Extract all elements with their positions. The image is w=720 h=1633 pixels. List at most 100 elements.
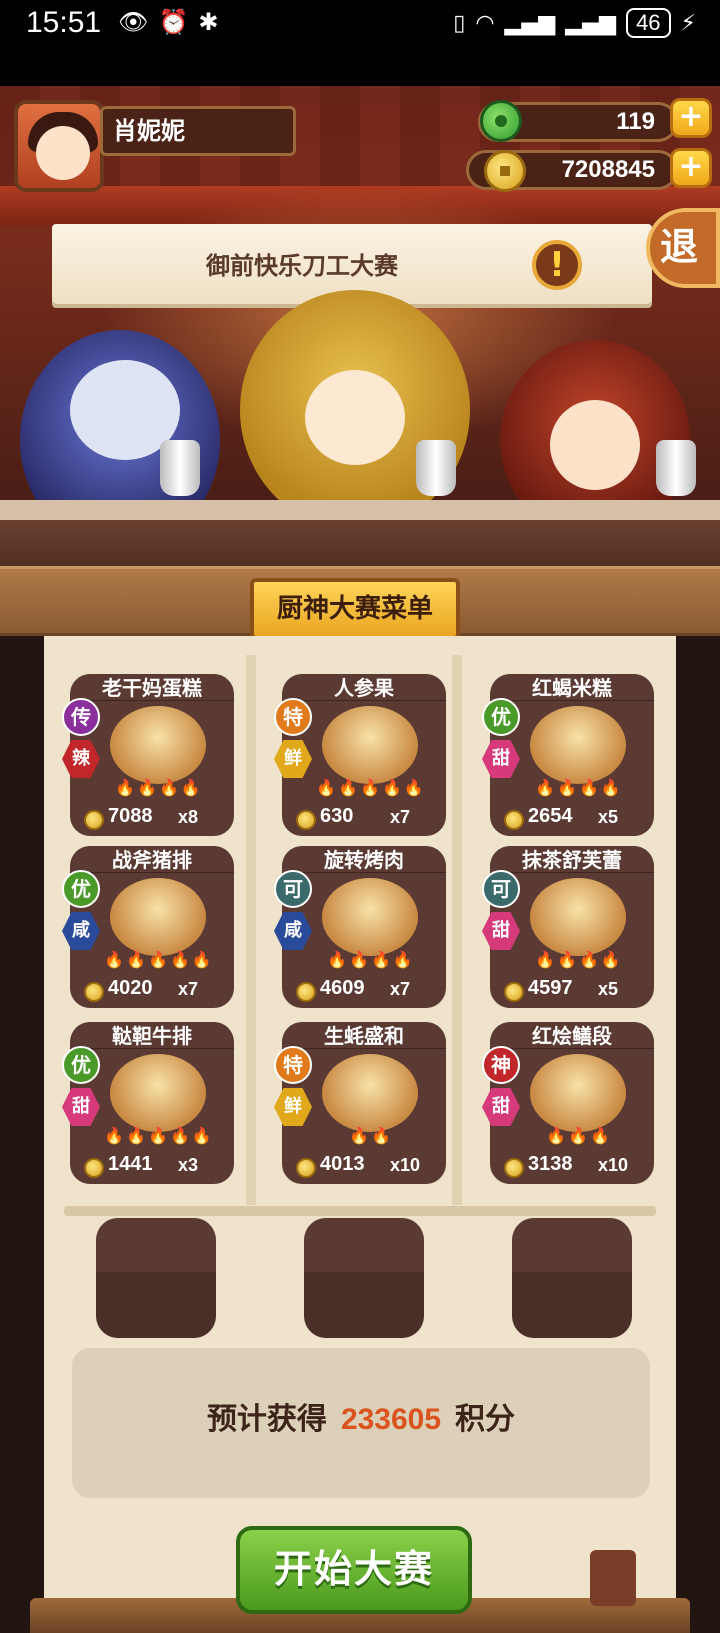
- dish-image: [530, 1054, 626, 1132]
- alarm-icon: ⏰: [158, 8, 189, 36]
- right-border: [676, 636, 720, 1633]
- judge-right-face: [550, 400, 640, 490]
- estimate-suffix: 积分: [455, 1402, 516, 1437]
- rank-badge: 优: [482, 698, 520, 736]
- dish-quantity: x5: [598, 807, 619, 827]
- dish-price: 4597: [528, 977, 573, 999]
- estimate-prefix: 预计获得: [206, 1402, 327, 1437]
- column-divider: [452, 655, 462, 1205]
- selection-slot-1[interactable]: [96, 1218, 216, 1338]
- dish-quantity: x8: [178, 807, 199, 827]
- flame-rating: 🔥🔥🔥🔥: [535, 778, 623, 797]
- rank-badge: 特: [274, 1046, 312, 1084]
- dish-card[interactable]: 抹茶舒芙蕾 🔥🔥🔥🔥 4597 x5 可甜: [482, 846, 654, 1008]
- dish-name: 抹茶舒芙蕾: [522, 848, 622, 872]
- start-contest-button[interactable]: 开始大赛: [236, 1526, 472, 1614]
- flame-rating: 🔥🔥🔥🔥: [115, 778, 203, 797]
- dish-price: 630: [320, 805, 354, 827]
- player-avatar[interactable]: [14, 100, 104, 192]
- column-divider: [246, 655, 256, 1205]
- dish-quantity: x7: [178, 979, 199, 999]
- flame-rating: 🔥🔥: [349, 1126, 393, 1145]
- dish-name: 红蝎米糕: [532, 676, 612, 700]
- battery-indicator: 46: [626, 8, 671, 38]
- coin-icon: [484, 150, 526, 192]
- rank-badge: 优: [62, 1046, 100, 1084]
- dish-quantity: x7: [390, 979, 411, 999]
- coin-icon: [296, 1158, 316, 1178]
- rank-badge: 特: [274, 698, 312, 736]
- rank-badge: 优: [62, 870, 100, 908]
- menu-title: 厨神大赛菜单: [250, 578, 460, 640]
- status-right-icons: ▯ ◠ ▂▄▆ ▂▄▆ 46 ⚡: [453, 8, 696, 38]
- dish-price: 7088: [108, 805, 153, 827]
- dish-quantity: x3: [178, 1155, 199, 1175]
- dish-card[interactable]: 战斧猪排 🔥🔥🔥🔥🔥 4020 x7 优咸: [62, 846, 234, 1008]
- section-divider: [64, 1206, 656, 1216]
- dish-image: [110, 706, 206, 784]
- vase-left: [160, 440, 200, 496]
- knife-holder-decoration: [590, 1550, 636, 1606]
- dish-price: 2654: [528, 805, 573, 827]
- dish-card[interactable]: 红蝎米糕 🔥🔥🔥🔥 2654 x5 优甜: [482, 674, 654, 836]
- dish-name: 鞑靼牛排: [112, 1024, 192, 1048]
- flame-rating: 🔥🔥🔥🔥🔥: [316, 778, 426, 797]
- rank-badge: 神: [482, 1046, 520, 1084]
- dish-image: [322, 1054, 418, 1132]
- dish-image: [110, 878, 206, 956]
- dish-name: 人参果: [334, 676, 394, 700]
- rank-badge: 可: [482, 870, 520, 908]
- add-coin-button[interactable]: +: [670, 148, 712, 188]
- selection-slot-2[interactable]: [304, 1218, 424, 1338]
- flame-rating: 🔥🔥🔥🔥🔥: [104, 1126, 214, 1145]
- dish-card[interactable]: 人参果 🔥🔥🔥🔥🔥 630 x7 特鲜: [274, 674, 446, 836]
- jade-icon: [480, 100, 522, 142]
- dish-image: [530, 706, 626, 784]
- wifi-icon: ◠: [475, 10, 495, 36]
- coin-icon: [504, 1158, 524, 1178]
- dish-price: 4013: [320, 1153, 365, 1175]
- dish-price: 4020: [108, 977, 153, 999]
- dish-card[interactable]: 老干妈蛋糕 🔥🔥🔥🔥 7088 x8 传辣: [62, 674, 234, 836]
- flame-rating: 🔥🔥🔥🔥🔥: [104, 950, 214, 969]
- signal-icon-2: ▂▄▆: [565, 10, 617, 36]
- status-left-icons: 👁 ⏰ ✱: [118, 8, 218, 36]
- add-jade-button[interactable]: +: [670, 98, 712, 138]
- dish-name: 生蚝盛和: [324, 1024, 404, 1048]
- dish-price: 1441: [108, 1153, 153, 1175]
- dish-image: [322, 878, 418, 956]
- dish-quantity: x10: [598, 1155, 629, 1175]
- dish-name: 旋转烤肉: [324, 848, 404, 872]
- dish-card[interactable]: 鞑靼牛排 🔥🔥🔥🔥🔥 1441 x3 优甜: [62, 1022, 234, 1184]
- avatar-face: [36, 126, 90, 180]
- eye-icon: 👁: [118, 8, 149, 36]
- coin-icon: [84, 810, 104, 830]
- estimate-value: 233605: [340, 1403, 442, 1436]
- coin-icon: [296, 810, 316, 830]
- selection-slot-3[interactable]: [512, 1218, 632, 1338]
- vase-right: [656, 440, 696, 496]
- flame-rating: 🔥🔥🔥: [546, 1126, 612, 1145]
- alert-icon[interactable]: !: [532, 240, 582, 290]
- dish-card[interactable]: 旋转烤肉 🔥🔥🔥🔥 4609 x7 可咸: [274, 846, 446, 1008]
- dish-quantity: x5: [598, 979, 619, 999]
- dish-name: 战斧猪排: [112, 848, 192, 872]
- estimate-box: 预计获得 233605 积分: [72, 1348, 650, 1498]
- exit-button[interactable]: 退: [646, 208, 720, 288]
- dish-name: 老干妈蛋糕: [102, 676, 202, 700]
- coin-icon: [84, 982, 104, 1002]
- dish-card[interactable]: 红烩鳝段 🔥🔥🔥 3138 x10 神甜: [482, 1022, 654, 1184]
- flame-rating: 🔥🔥🔥🔥: [327, 950, 415, 969]
- left-border: [0, 636, 44, 1633]
- rank-badge: 传: [62, 698, 100, 736]
- vibrate-icon: ▯: [453, 10, 466, 36]
- dish-image: [322, 706, 418, 784]
- estimate-row: 预计获得 233605 积分: [72, 1394, 650, 1438]
- dish-card[interactable]: 生蚝盛和 🔥🔥 4013 x10 特鲜: [274, 1022, 446, 1184]
- status-bar: 15:51 👁 ⏰ ✱ ▯ ◠ ▂▄▆ ▂▄▆ 46 ⚡: [0, 0, 720, 86]
- flame-rating: 🔥🔥🔥🔥: [535, 950, 623, 969]
- judge-center-face: [305, 370, 405, 465]
- dish-price: 4609: [320, 977, 365, 999]
- coin-icon: [504, 810, 524, 830]
- event-title: 御前快乐刀工大赛: [206, 252, 398, 280]
